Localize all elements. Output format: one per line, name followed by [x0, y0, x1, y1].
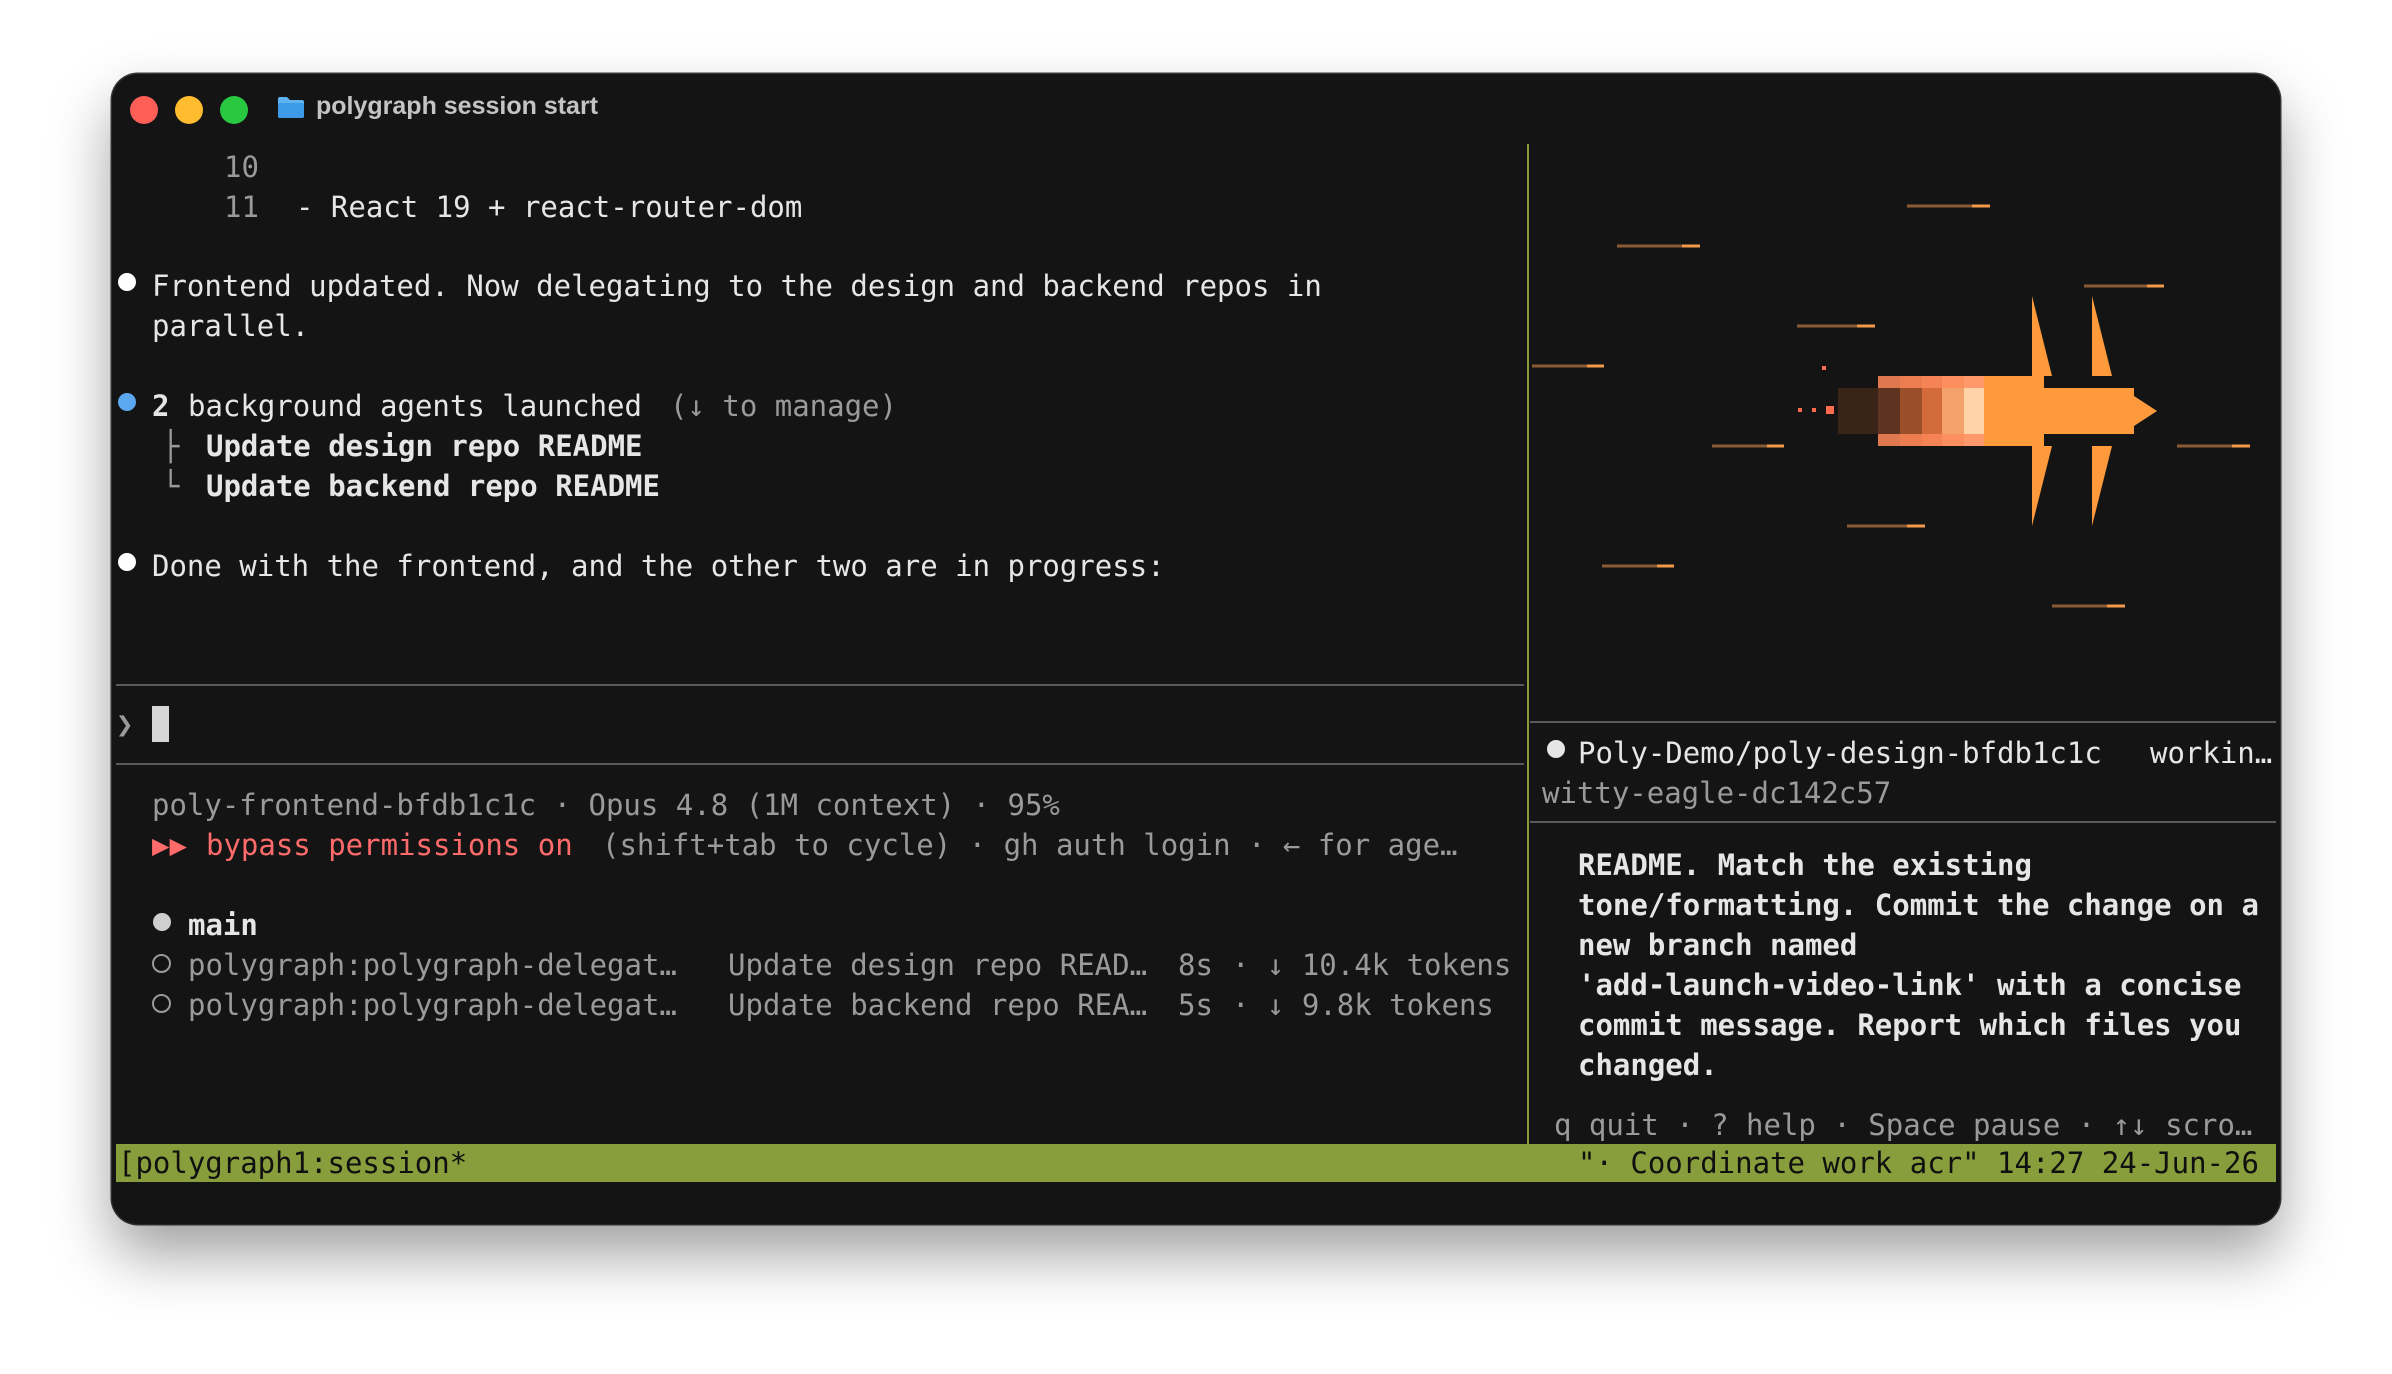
divider — [1530, 721, 2276, 723]
prompt-symbol: ❯ — [116, 707, 134, 741]
help-keybindings: q quit · ? help · Space pause · ↑↓ scro… — [1554, 1108, 2253, 1142]
agent-item[interactable]: Update design repo README — [206, 426, 643, 466]
pixel-rocket-icon — [1532, 204, 2250, 608]
message-text: parallel. — [152, 309, 310, 343]
task-tokens: · ↓ 10.4k tokens — [1232, 948, 1512, 982]
status-right-info: "· Coordinate work acr" 14:27 24-Jun-26 — [1578, 1146, 2259, 1180]
bypass-hint: (shift+tab to cycle) · gh auth login · ←… — [602, 828, 1458, 862]
agents-manage-hint: (↓ to manage) — [670, 389, 897, 423]
pane-divider[interactable] — [1527, 144, 1529, 1144]
divider — [116, 763, 1524, 765]
session-id: witty-eagle-dc142c57 — [1542, 776, 1892, 810]
prompt-body-line: commit message. Report which files you — [1578, 1008, 2242, 1042]
title-bar: polygraph session start — [112, 74, 2280, 144]
agents-count: 2 — [152, 389, 170, 423]
close-window-button[interactable] — [130, 96, 158, 124]
folder-icon — [278, 97, 304, 118]
agents-bullet — [118, 393, 136, 411]
session-name[interactable]: Poly-Demo/poly-design-bfdb1c1c — [1578, 733, 2102, 773]
message-text: Done with the frontend, and the other tw… — [152, 549, 1165, 583]
session-info: poly-frontend-bfdb1c1c · Opus 4.8 (1M co… — [152, 788, 1060, 822]
agent-item[interactable]: Update backend repo README — [206, 466, 660, 506]
task-name[interactable]: polygraph:polygraph-delegat… — [188, 985, 677, 1025]
message-text: Frontend updated. Now delegating to the … — [152, 269, 1322, 303]
prompt-body-line: changed. — [1578, 1048, 1718, 1082]
line-number: 11 — [224, 190, 259, 224]
window-title: polygraph session start — [316, 92, 599, 120]
tree-branch: ├ — [162, 429, 180, 463]
minimize-window-button[interactable] — [175, 96, 203, 124]
prompt-input[interactable] — [152, 706, 169, 742]
tree-branch: └ — [162, 469, 180, 503]
message-bullet — [118, 553, 136, 571]
code-line-text: - React 19 + react-router-dom — [296, 190, 803, 224]
session-status: workin… — [2150, 736, 2273, 770]
agents-launched-text: background agents launched — [188, 389, 642, 423]
message-bullet — [118, 273, 136, 291]
task-time: 5s — [1178, 988, 1213, 1022]
session-status-bullet — [1547, 740, 1565, 758]
main-task-label[interactable]: main — [188, 905, 258, 945]
prompt-body-line: tone/formatting. Commit the change on a — [1578, 888, 2259, 922]
bypass-permissions-label[interactable]: bypass permissions on — [206, 825, 573, 865]
task-description: Update backend repo REA… — [728, 988, 1148, 1022]
prompt-body-line: 'add-launch-video-link' with a concise — [1578, 968, 2242, 1002]
tmux-status-bar: [polygraph1:session* "· Coordinate work … — [116, 1144, 2276, 1182]
prompt-body-line: new branch named — [1578, 928, 1858, 962]
zoom-window-button[interactable] — [220, 96, 248, 124]
task-time: 8s — [1178, 948, 1213, 982]
status-session[interactable]: [polygraph1:session* — [118, 1143, 467, 1183]
divider — [1530, 821, 2276, 823]
task-tokens: · ↓ 9.8k tokens — [1232, 988, 1494, 1022]
task-status-icon — [152, 954, 171, 973]
main-task-bullet — [153, 913, 171, 931]
prompt-body-line: README. Match the existing — [1578, 848, 2032, 882]
task-status-icon — [152, 994, 171, 1013]
bypass-arrows-icon: ▶▶ — [152, 828, 187, 862]
task-name[interactable]: polygraph:polygraph-delegat… — [188, 945, 677, 985]
divider — [116, 684, 1524, 686]
terminal-window: polygraph session start 10 11 - React 19… — [112, 74, 2280, 1224]
line-number: 10 — [224, 150, 259, 184]
task-description: Update design repo READ… — [728, 948, 1148, 982]
